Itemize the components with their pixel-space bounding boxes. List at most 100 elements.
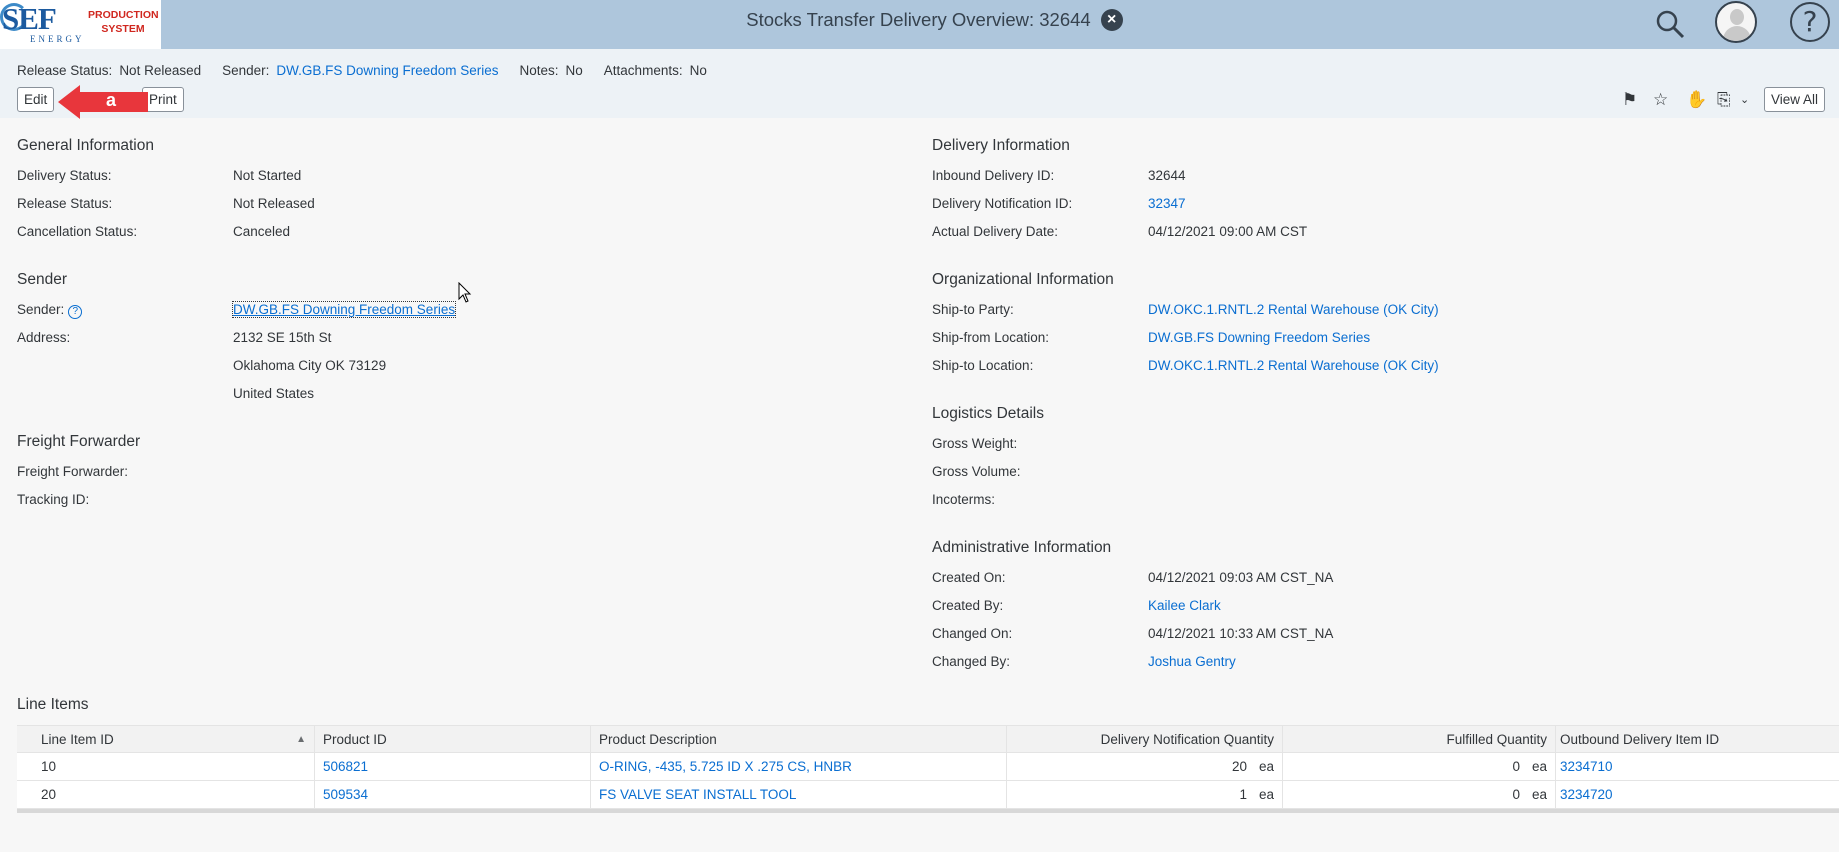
quantity-value: 1 [1239, 787, 1247, 802]
user-avatar[interactable] [1715, 1, 1757, 43]
line-item-id-cell: 20 [17, 781, 315, 808]
general-info-title: General Information [17, 137, 154, 154]
column-header-outbound-item-id[interactable]: Outbound Delivery Item ID [1556, 726, 1839, 752]
gross-volume-label: Gross Volume: [932, 464, 1021, 479]
share-icon[interactable]: ⎘ [1717, 90, 1731, 110]
company-logo[interactable]: SEF ENERGY PRODUCTION SYSTEM [0, 0, 161, 49]
created-by-label: Created By: [932, 598, 1004, 613]
logo-text: SEF [2, 1, 57, 36]
changed-on-value: 04/12/2021 10:33 AM CST_NA [1148, 626, 1334, 641]
tracking-id-label: Tracking ID: [17, 492, 90, 507]
sender-field-label-text: Sender: [17, 302, 65, 317]
product-description-link[interactable]: O-RING, -435, 5.725 ID X .275 CS, HNBR [591, 753, 1007, 780]
notification-quantity-cell: 20 ea [1007, 753, 1283, 780]
print-button[interactable]: Print [142, 87, 184, 112]
ship-from-location-link[interactable]: DW.GB.FS Downing Freedom Series [1148, 330, 1370, 345]
org-info-title: Organizational Information [932, 271, 1114, 288]
system-name-line1: PRODUCTION [88, 9, 159, 21]
quantity-value: 20 [1231, 759, 1247, 774]
quantity-unit: ea [1258, 759, 1274, 774]
quantity-unit: ea [1531, 787, 1547, 802]
table-header: Line Item ID ▲ Product ID Product Descrip… [17, 725, 1839, 753]
notification-quantity-cell: 1 ea [1007, 781, 1283, 808]
notes-value: No [565, 63, 583, 78]
column-header-label: Line Item ID [41, 732, 114, 747]
annotation-arrow-icon [58, 85, 148, 119]
ship-from-location-label: Ship-from Location: [932, 330, 1050, 345]
avatar-head-icon [1730, 9, 1744, 25]
view-all-button[interactable]: View All [1764, 87, 1826, 112]
fulfilled-quantity-cell: 0 ea [1283, 781, 1556, 808]
quantity-value: 0 [1512, 759, 1520, 774]
changed-by-link[interactable]: Joshua Gentry [1148, 654, 1236, 669]
notes-label: Notes: [519, 63, 559, 78]
info-icon[interactable]: ? [68, 305, 83, 319]
outbound-item-id-link[interactable]: 3234720 [1556, 781, 1839, 808]
column-header-line-item-id[interactable]: Line Item ID ▲ [17, 726, 315, 752]
favorite-star-icon[interactable]: ☆ [1653, 90, 1668, 110]
hand-icon[interactable]: ✋ [1686, 90, 1707, 110]
ship-to-party-link[interactable]: DW.OKC.1.RNTL.2 Rental Warehouse (OK Cit… [1148, 302, 1439, 317]
address-line-2: Oklahoma City OK 73129 [233, 358, 387, 373]
cancellation-status-value: Canceled [233, 224, 291, 239]
logo-subtext: ENERGY [30, 34, 85, 44]
fulfilled-quantity-cell: 0 ea [1283, 753, 1556, 780]
search-icon[interactable] [1650, 4, 1690, 44]
inbound-delivery-id-value: 32644 [1148, 168, 1186, 183]
line-items-table: Line Item ID ▲ Product ID Product Descrip… [17, 725, 1839, 813]
attachments-label: Attachments: [603, 63, 683, 78]
freight-forwarder-title: Freight Forwarder [17, 433, 141, 450]
avatar-body-icon [1723, 26, 1751, 41]
ship-to-location-link[interactable]: DW.OKC.1.RNTL.2 Rental Warehouse (OK Cit… [1148, 358, 1439, 373]
column-header-fulfilled-quantity[interactable]: Fulfilled Quantity [1283, 726, 1556, 752]
changed-on-label: Changed On: [932, 626, 1013, 641]
flag-icon[interactable]: ⚑ [1622, 90, 1637, 110]
close-icon[interactable]: × [1100, 9, 1123, 31]
edit-button[interactable]: Edit [17, 87, 55, 112]
annotation-label: a [106, 90, 117, 110]
help-icon[interactable]: ? [1790, 2, 1830, 42]
ship-to-location-label: Ship-to Location: [932, 358, 1034, 373]
logistics-title: Logistics Details [932, 405, 1044, 422]
quantity-unit: ea [1531, 759, 1547, 774]
actual-delivery-date-value: 04/12/2021 09:00 AM CST [1148, 224, 1308, 239]
line-items-title: Line Items [17, 696, 89, 713]
attachments-value: No [689, 63, 707, 78]
delivery-status-value: Not Started [233, 168, 302, 183]
product-id-link[interactable]: 506821 [315, 753, 591, 780]
inbound-delivery-id-label: Inbound Delivery ID: [932, 168, 1055, 183]
column-header-product-id[interactable]: Product ID [315, 726, 591, 752]
table-row[interactable]: 10 506821 O-RING, -435, 5.725 ID X .275 … [17, 753, 1839, 781]
delivery-notification-id-link[interactable]: 32347 [1148, 196, 1186, 211]
delivery-info-title: Delivery Information [932, 137, 1070, 154]
table-scrollbar[interactable] [17, 809, 1839, 813]
delivery-status-label: Delivery Status: [17, 168, 112, 183]
address-line-3: United States [233, 386, 315, 401]
quantity-value: 0 [1512, 787, 1520, 802]
cancellation-status-label: Cancellation Status: [17, 224, 138, 239]
line-item-id-cell: 10 [17, 753, 315, 780]
system-name-line2: SYSTEM [101, 23, 145, 35]
created-by-link[interactable]: Kailee Clark [1148, 598, 1221, 613]
sender-link[interactable]: DW.GB.FS Downing Freedom Series [276, 63, 498, 78]
system-name: PRODUCTION SYSTEM [88, 8, 159, 36]
mouse-cursor-icon [458, 282, 472, 303]
table-row[interactable]: 20 509534 FS VALVE SEAT INSTALL TOOL 1 ea… [17, 781, 1839, 809]
gross-weight-label: Gross Weight: [932, 436, 1018, 451]
chevron-down-icon[interactable]: ⌄ [1740, 90, 1749, 110]
release-status-label: Release Status: [17, 63, 113, 78]
product-id-link[interactable]: 509534 [315, 781, 591, 808]
sender-value-link[interactable]: DW.GB.FS Downing Freedom Series [231, 301, 457, 318]
column-header-product-description[interactable]: Product Description [591, 726, 1007, 752]
shell-title-area: Stocks Transfer Delivery Overview: 32644… [0, 9, 1839, 31]
sort-ascending-icon: ▲ [296, 734, 306, 745]
admin-info-title: Administrative Information [932, 539, 1112, 556]
product-description-link[interactable]: FS VALVE SEAT INSTALL TOOL [591, 781, 1007, 808]
column-header-notification-quantity[interactable]: Delivery Notification Quantity [1007, 726, 1283, 752]
sender-field-label: Sender:? [17, 302, 83, 319]
sender-section-title: Sender [17, 271, 67, 288]
header-attributes: Release Status: Not Released Sender: DW.… [17, 63, 728, 78]
incoterms-label: Incoterms: [932, 492, 996, 507]
created-on-label: Created On: [932, 570, 1006, 585]
outbound-item-id-link[interactable]: 3234710 [1556, 753, 1839, 780]
